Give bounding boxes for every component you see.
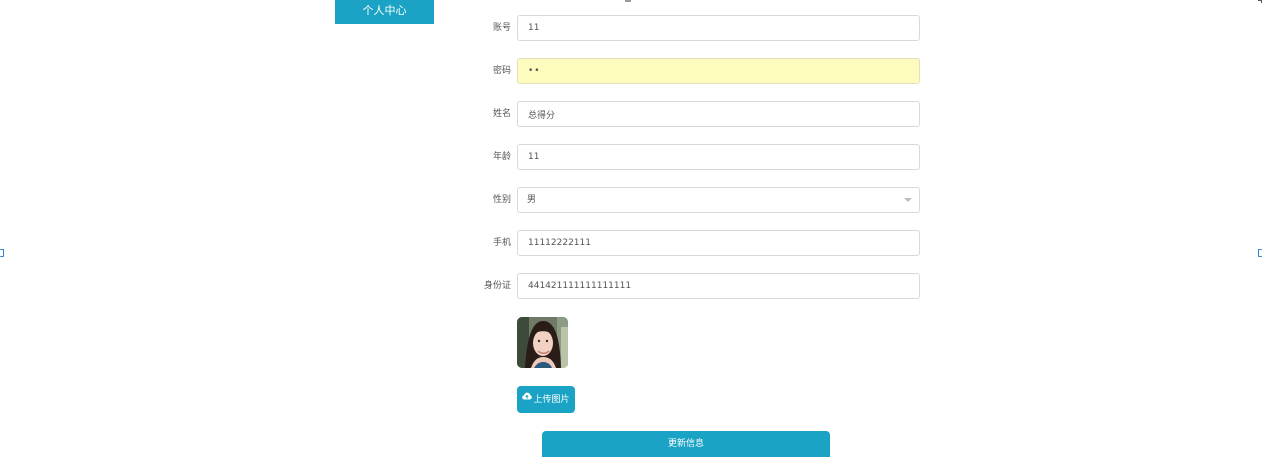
- id-card-label: 身份证: [483, 281, 511, 291]
- sidebar-item-label: 个人中心: [362, 4, 407, 17]
- phone-input[interactable]: [517, 230, 920, 256]
- update-button-label: 更新信息: [667, 439, 704, 449]
- password-label: 密码: [492, 66, 511, 76]
- password-input[interactable]: [517, 58, 920, 84]
- name-label: 姓名: [492, 109, 511, 119]
- chevron-down-icon: [904, 198, 912, 202]
- corner-mark: [1258, 0, 1262, 3]
- left-edge-handle: [0, 249, 4, 257]
- top-divider-mark: [625, 0, 631, 2]
- cloud-upload-icon: [522, 385, 533, 412]
- right-edge-handle: [1258, 249, 1262, 257]
- update-info-button[interactable]: 更新信息: [542, 431, 830, 457]
- upload-image-button[interactable]: 上传图片: [517, 386, 575, 413]
- age-input[interactable]: [517, 144, 920, 170]
- form-row-gender: 性别 男: [470, 187, 920, 213]
- form-row-phone: 手机: [470, 230, 920, 256]
- avatar: [517, 317, 568, 368]
- account-label: 账号: [492, 23, 511, 33]
- age-label: 年龄: [492, 152, 511, 162]
- phone-label: 手机: [492, 238, 511, 248]
- id-card-input[interactable]: [517, 273, 920, 299]
- gender-select[interactable]: 男: [517, 187, 920, 213]
- upload-button-label: 上传图片: [533, 395, 570, 405]
- form-row-age: 年龄: [470, 144, 920, 170]
- gender-label: 性别: [492, 195, 511, 205]
- gender-select-value: 男: [527, 195, 537, 205]
- name-input[interactable]: [517, 101, 920, 127]
- form-row-id-card: 身份证: [470, 273, 920, 299]
- sidebar-item-personal-center[interactable]: 个人中心: [335, 0, 434, 24]
- form-row-name: 姓名: [470, 101, 920, 127]
- avatar-image: [517, 317, 568, 368]
- form-row-password: 密码: [470, 58, 920, 84]
- account-input[interactable]: [517, 15, 920, 41]
- form-row-account: 账号: [470, 15, 920, 41]
